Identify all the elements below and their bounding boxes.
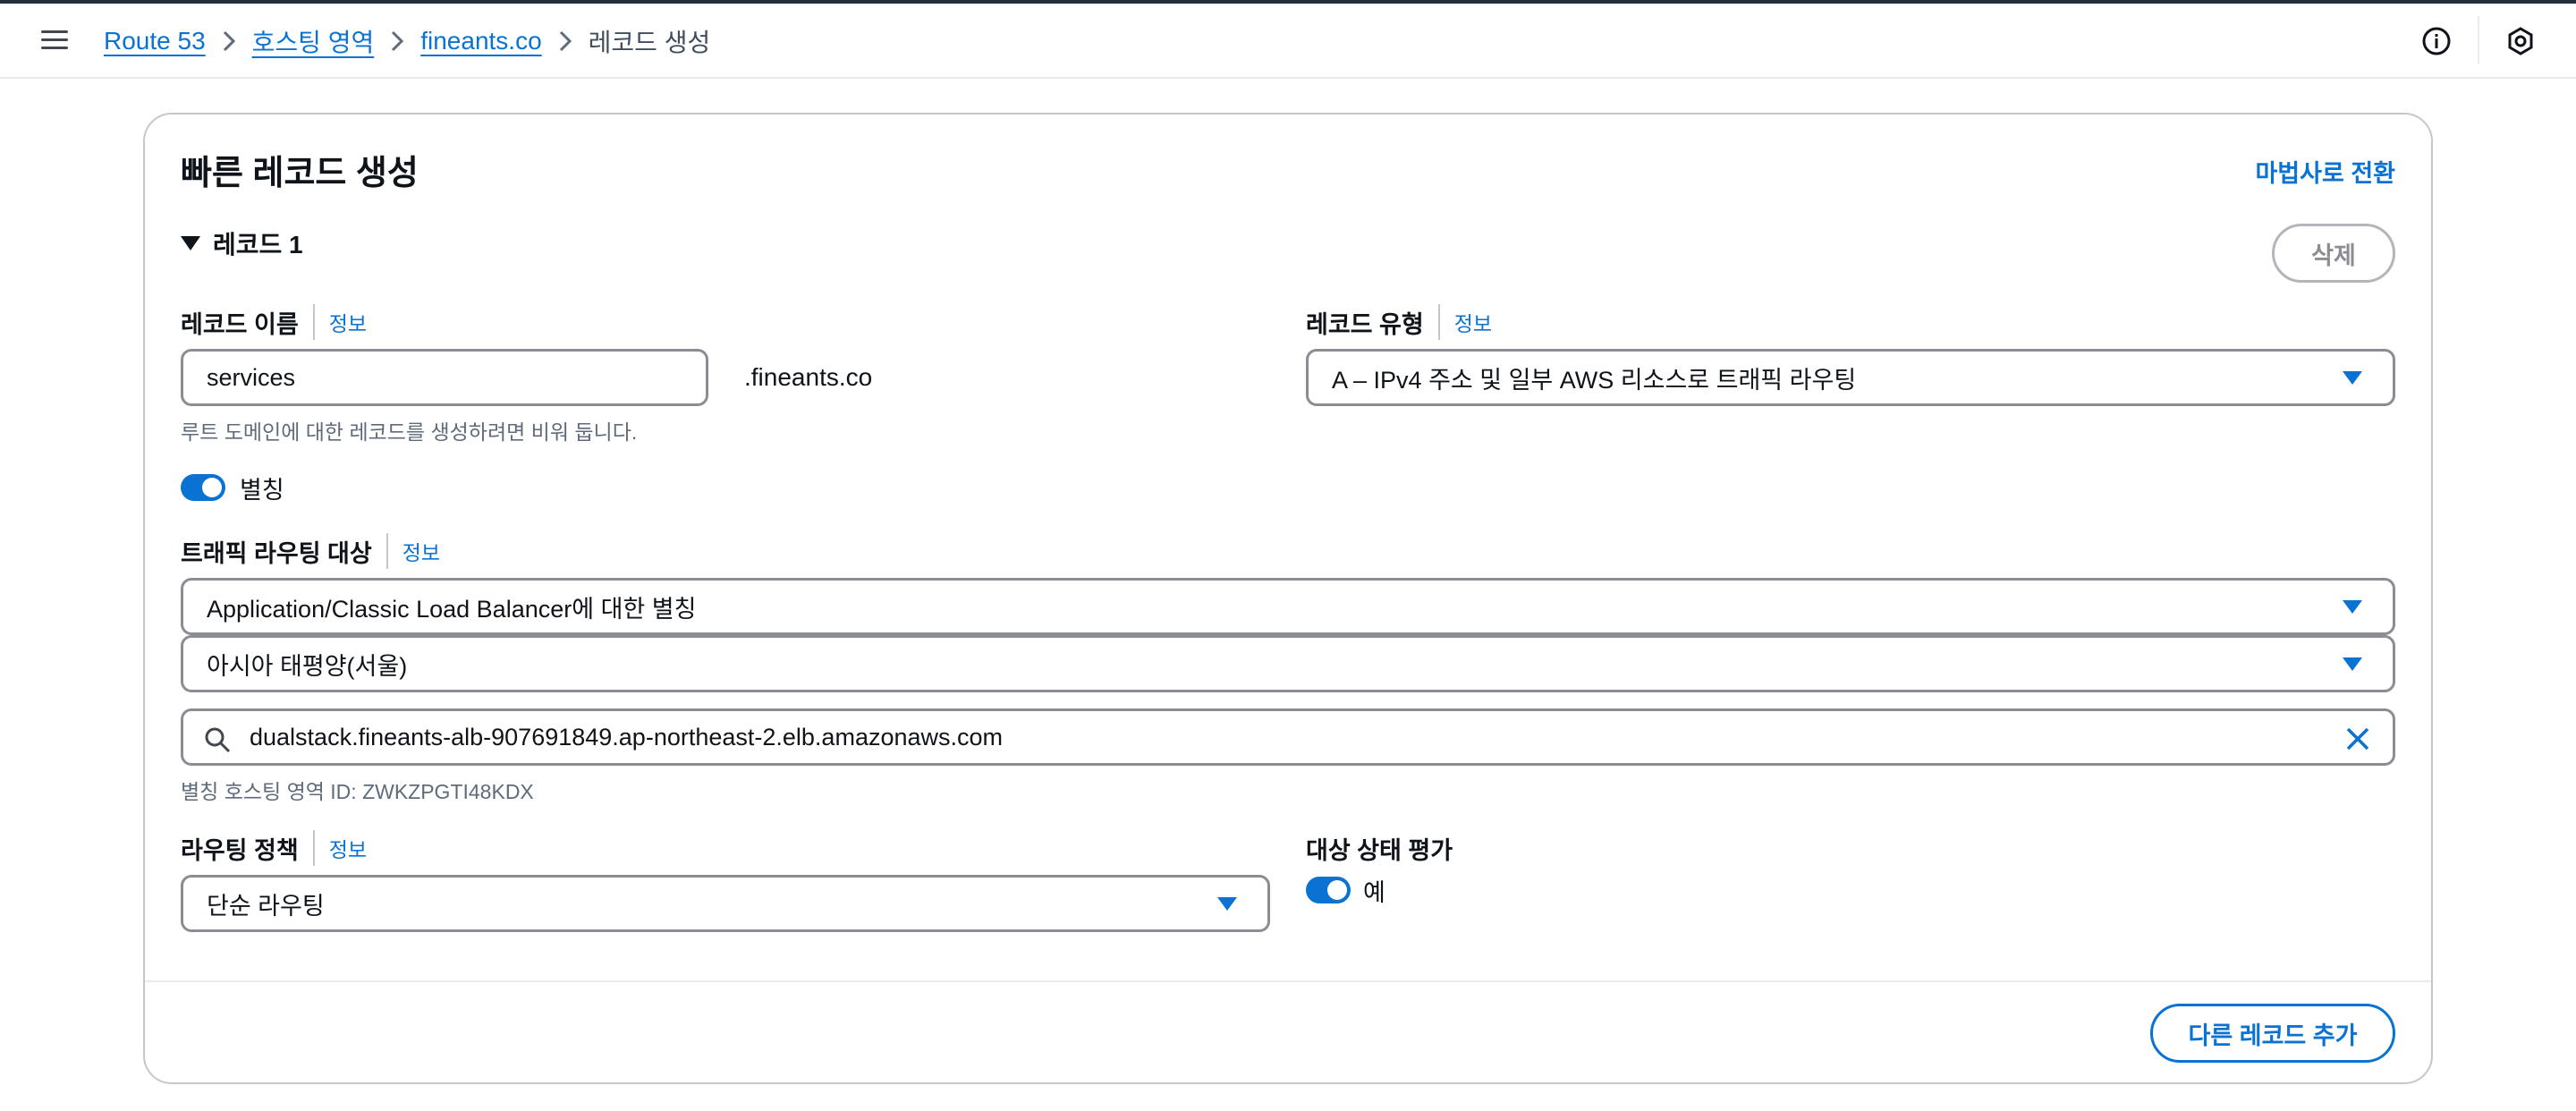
- menu-icon[interactable]: [39, 27, 70, 54]
- region-select[interactable]: 아시아 태평양(서울): [181, 635, 2395, 692]
- delete-button[interactable]: 삭제: [2272, 224, 2395, 283]
- alias-label: 별칭: [240, 477, 284, 504]
- record-name-value: services: [207, 363, 296, 391]
- routing-policy-select[interactable]: 단순 라우팅: [181, 875, 1270, 932]
- breadcrumb-current: 레코드 생성: [588, 29, 711, 56]
- settings-icon[interactable]: [2504, 25, 2537, 57]
- endpoint-type-value: Application/Classic Load Balancer에 대한 별칭: [207, 595, 697, 623]
- traffic-target-label: 트래픽 라우팅 대상 정보: [181, 533, 440, 569]
- traffic-target-label-text: 트래픽 라우팅 대상: [181, 539, 372, 567]
- page-header: Route 53 호스팅 영역 fineants.co 레코드 생성: [0, 4, 2576, 79]
- info-separator: [1437, 304, 1440, 340]
- caret-down-icon: [2343, 600, 2362, 614]
- traffic-target-info-link[interactable]: 정보: [402, 536, 440, 566]
- routing-policy-label: 라우팅 정책 정보: [181, 830, 367, 866]
- caret-down-icon: [1217, 897, 1237, 911]
- info-separator: [312, 830, 315, 866]
- hosted-zone-id: 별칭 호스팅 영역 ID: ZWKZPGTI48KDX: [181, 780, 534, 803]
- record-name-label-text: 레코드 이름: [181, 310, 299, 338]
- info-separator: [312, 304, 315, 340]
- breadcrumb: Route 53 호스팅 영역 fineants.co 레코드 생성: [104, 23, 710, 59]
- chevron-right-icon: [374, 23, 420, 59]
- record-type-label-text: 레코드 유형: [1306, 310, 1424, 338]
- record-name-info-link[interactable]: 정보: [329, 307, 367, 337]
- record-name-input[interactable]: services: [181, 349, 708, 406]
- alias-toggle[interactable]: [181, 474, 225, 501]
- routing-policy-info-link[interactable]: 정보: [329, 833, 367, 863]
- caret-down-icon: [2343, 371, 2362, 385]
- breadcrumb-hosted-zones[interactable]: 호스팅 영역: [252, 23, 375, 59]
- health-toggle[interactable]: [1306, 877, 1351, 903]
- info-separator: [386, 533, 388, 569]
- switch-to-wizard-link[interactable]: 마법사로 전환: [2255, 154, 2395, 189]
- chevron-right-icon: [542, 23, 589, 59]
- routing-policy-label-text: 라우팅 정책: [181, 836, 299, 864]
- health-toggle-label: 예: [1363, 879, 1385, 906]
- domain-suffix: .fineants.co: [744, 363, 873, 391]
- caret-down-icon: [2343, 657, 2362, 671]
- endpoint-type-select[interactable]: Application/Classic Load Balancer에 대한 별칭: [181, 578, 2395, 635]
- add-record-button[interactable]: 다른 레코드 추가: [2150, 1004, 2395, 1063]
- health-label: 대상 상태 평가: [1306, 830, 1453, 866]
- load-balancer-search-input[interactable]: dualstack.fineants-alb-907691849.ap-nort…: [181, 708, 2395, 766]
- info-icon[interactable]: [2420, 25, 2453, 57]
- record-1-title: 레코드 1: [213, 231, 303, 259]
- close-icon[interactable]: [2344, 725, 2371, 752]
- record-type-info-link[interactable]: 정보: [1454, 307, 1492, 337]
- health-label-text: 대상 상태 평가: [1306, 836, 1453, 864]
- record-type-select[interactable]: A – IPv4 주소 및 일부 AWS 리소스로 트래픽 라우팅: [1306, 349, 2395, 406]
- record-type-label: 레코드 유형 정보: [1306, 304, 1492, 340]
- header-divider: [2478, 16, 2479, 64]
- card-title: 빠른 레코드 생성: [181, 155, 419, 192]
- breadcrumb-route53[interactable]: Route 53: [104, 27, 206, 55]
- search-icon: [205, 727, 231, 753]
- load-balancer-value: dualstack.fineants-alb-907691849.ap-nort…: [250, 723, 1004, 751]
- region-value: 아시아 태평양(서울): [207, 652, 408, 680]
- routing-policy-value: 단순 라우팅: [207, 892, 325, 920]
- record-1-expander[interactable]: 레코드 1: [181, 225, 303, 261]
- record-type-value: A – IPv4 주소 및 일부 AWS 리소스로 트래픽 라우팅: [1332, 366, 1857, 394]
- record-name-label: 레코드 이름 정보: [181, 304, 367, 340]
- quick-create-card: 빠른 레코드 생성 마법사로 전환 레코드 1 삭제 레코드 이름 정보 ser…: [143, 113, 2433, 1084]
- caret-down-icon: [181, 236, 200, 250]
- breadcrumb-zone[interactable]: fineants.co: [420, 27, 541, 55]
- record-name-hint: 루트 도메인에 대한 레코드를 생성하려면 비워 둡니다.: [181, 420, 638, 444]
- footer-divider: [145, 980, 2431, 982]
- chevron-right-icon: [206, 23, 252, 59]
